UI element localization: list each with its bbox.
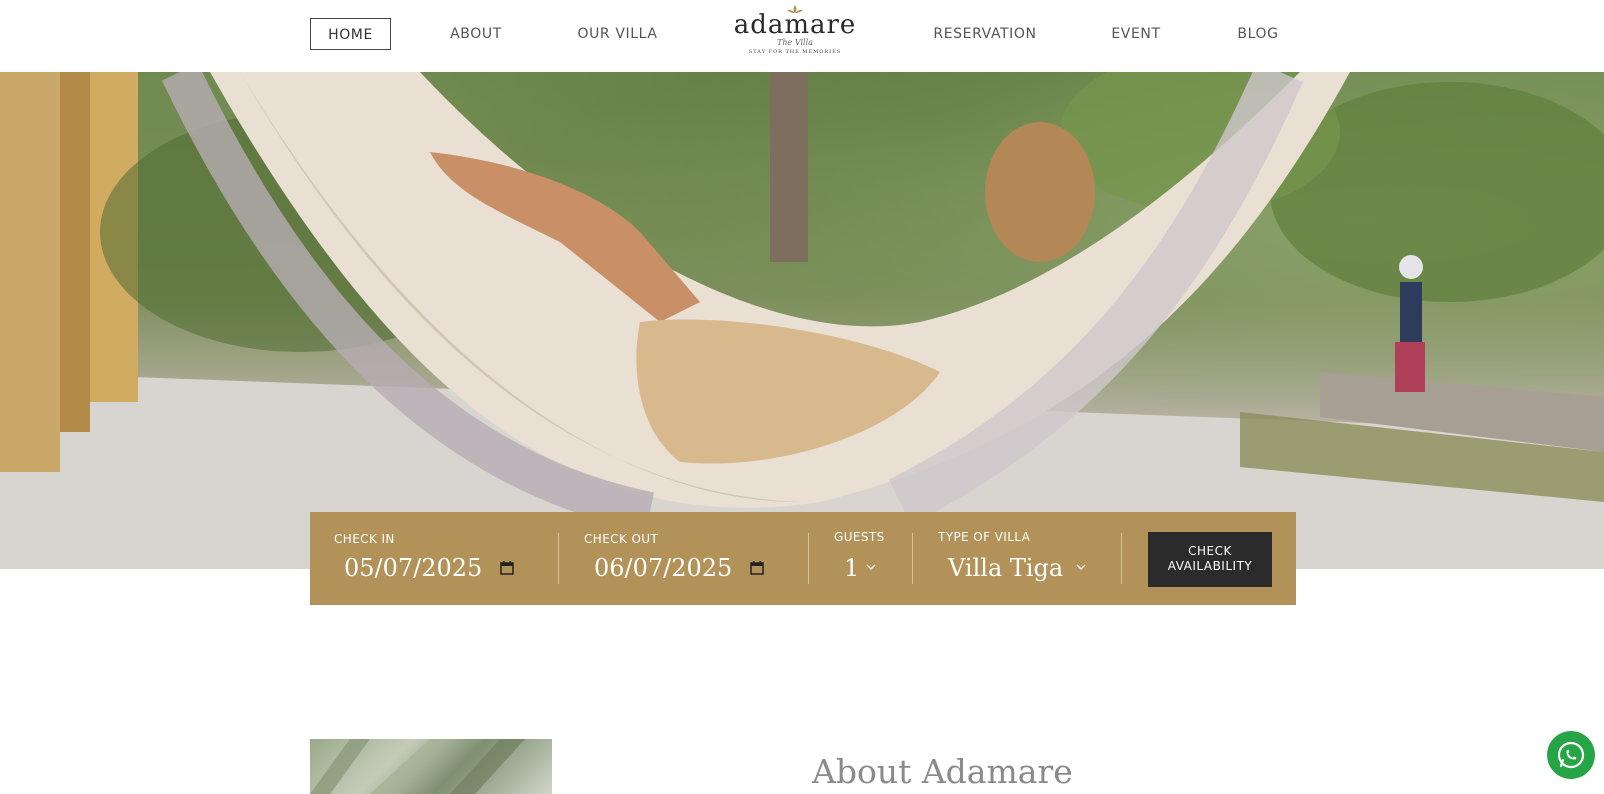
nav-our-villa[interactable]: OUR VILLA bbox=[570, 18, 665, 50]
calendar-icon[interactable] bbox=[750, 561, 764, 575]
guests-label: GUESTS bbox=[834, 530, 885, 544]
about-image bbox=[310, 739, 552, 794]
whatsapp-button[interactable] bbox=[1547, 731, 1595, 779]
field-divider bbox=[808, 533, 809, 584]
nav-about[interactable]: ABOUT bbox=[440, 18, 512, 50]
nav-home[interactable]: HOME bbox=[310, 18, 391, 50]
check-in-label: CHECK IN bbox=[334, 532, 395, 546]
check-out-label: CHECK OUT bbox=[584, 532, 659, 546]
palm-leaf-illustration bbox=[310, 739, 525, 794]
nav-reservation[interactable]: RESERVATION bbox=[926, 18, 1044, 50]
about-title: About Adamare bbox=[812, 752, 1073, 791]
logo-tagline: STAY FOR THE MEMORIES bbox=[748, 49, 842, 55]
villa-type-select[interactable]: Villa Tiga bbox=[948, 554, 1063, 582]
nav-event[interactable]: EVENT bbox=[1104, 18, 1168, 50]
field-divider bbox=[912, 533, 913, 584]
field-divider bbox=[1121, 533, 1122, 584]
whatsapp-icon bbox=[1557, 741, 1585, 769]
guests-select[interactable]: 1 bbox=[844, 554, 859, 582]
check-availability-button[interactable]: CHECK AVAILABILITY bbox=[1148, 532, 1272, 587]
field-divider bbox=[558, 533, 559, 584]
check-out-input[interactable]: 06/07/2025 bbox=[594, 554, 732, 582]
villa-type-label: TYPE OF VILLA bbox=[938, 530, 1031, 544]
check-in-input[interactable]: 05/07/2025 bbox=[344, 554, 482, 582]
hero-image bbox=[0, 72, 1604, 569]
logo-name: adamare bbox=[733, 10, 857, 40]
site-logo[interactable]: adamare The Villa STAY FOR THE MEMORIES bbox=[728, 4, 862, 66]
chevron-down-icon[interactable] bbox=[1076, 564, 1086, 570]
chevron-down-icon[interactable] bbox=[866, 564, 876, 570]
button-line-2: AVAILABILITY bbox=[1167, 559, 1253, 573]
button-line-1: CHECK bbox=[1188, 544, 1232, 558]
hero-hammock-illustration bbox=[0, 72, 1604, 569]
booking-form: CHECK IN 05/07/2025 CHECK OUT 06/07/2025… bbox=[310, 512, 1296, 605]
site-header: HOME ABOUT OUR VILLA adamare The Villa S… bbox=[0, 0, 1604, 72]
calendar-icon[interactable] bbox=[500, 561, 514, 575]
nav-blog[interactable]: BLOG bbox=[1228, 18, 1288, 50]
